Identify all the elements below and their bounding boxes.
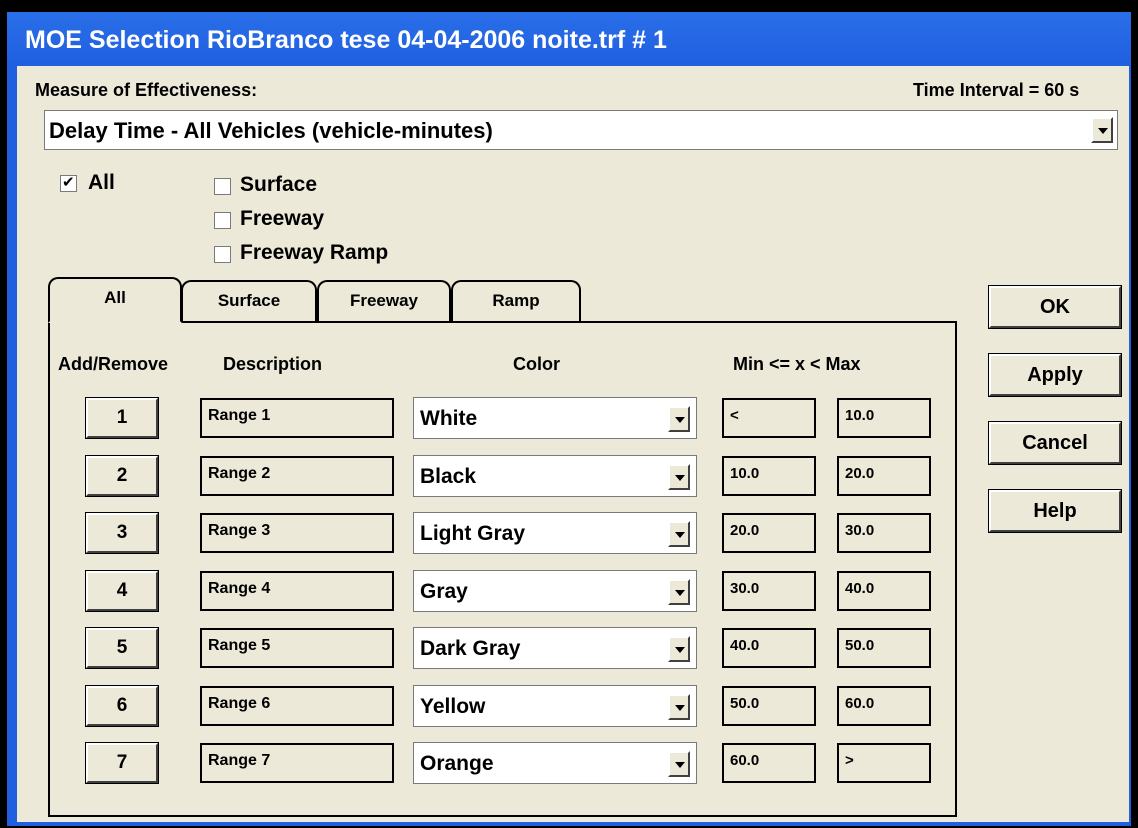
all-checkbox[interactable] [60,173,77,192]
tab-surface[interactable]: Surface [181,280,317,322]
range-1-max[interactable]: 10.0 [837,398,931,438]
filter-surface[interactable]: Surface [206,168,492,202]
tab-all[interactable]: All [48,277,182,323]
range-5-color-value: Dark Gray [420,637,521,660]
header-color: Color [513,354,560,374]
freeway-ramp-checkbox-label: Freeway Ramp [240,241,389,264]
range-4-min[interactable]: 30.0 [722,571,816,611]
range-3-description[interactable]: Range 3 [200,513,394,553]
chevron-down-icon[interactable] [668,521,690,547]
tab-freeway[interactable]: Freeway [317,280,451,322]
range-3-color-dropdown[interactable]: Light Gray [413,512,697,554]
range-6-min[interactable]: 50.0 [722,686,816,726]
chevron-down-icon[interactable] [668,636,690,662]
range-7-color-value: Orange [420,752,494,775]
title-bar[interactable]: MOE Selection RioBranco tese 04-04-2006 … [7,12,1131,66]
road-type-filter-group: Surface Freeway Freeway Ramp [206,168,492,270]
surface-checkbox-label: Surface [240,173,318,196]
chevron-down-icon[interactable] [668,579,690,605]
range-5-description[interactable]: Range 5 [200,628,394,668]
header-min-max: Min <= x < Max [733,354,861,374]
moe-dropdown-value: Delay Time - All Vehicles (vehicle-minut… [49,118,493,143]
range-6-button[interactable]: 6 [86,686,158,726]
range-2-color-value: Black [420,465,477,488]
range-4-max[interactable]: 40.0 [837,571,931,611]
range-3-min[interactable]: 20.0 [722,513,816,553]
range-7-color-dropdown[interactable]: Orange [413,742,697,784]
range-1-color-dropdown[interactable]: White [413,397,697,439]
moe-selection-window: MOE Selection RioBranco tese 04-04-2006 … [7,12,1131,826]
range-1-min[interactable]: < [722,398,816,438]
range-7-button[interactable]: 7 [86,743,158,783]
range-5-color-dropdown[interactable]: Dark Gray [413,627,697,669]
range-4-color-value: Gray [420,580,468,603]
moe-dropdown[interactable]: Delay Time - All Vehicles (vehicle-minut… [44,110,1118,150]
filter-all[interactable]: All [54,168,154,200]
filter-freeway[interactable]: Freeway [206,202,492,236]
header-add-remove: Add/Remove [58,354,169,374]
range-6-color-value: Yellow [420,695,486,718]
range-5-min[interactable]: 40.0 [722,628,816,668]
all-checkbox-label: All [88,171,115,194]
range-7-min[interactable]: 60.0 [722,743,816,783]
freeway-ramp-checkbox[interactable] [214,246,231,263]
chevron-down-icon[interactable] [668,694,690,720]
freeway-checkbox[interactable] [214,212,231,229]
ok-button[interactable]: OK [989,286,1121,328]
range-1-color-value: White [420,407,478,430]
filter-freeway-ramp[interactable]: Freeway Ramp [206,236,492,270]
range-7-description[interactable]: Range 7 [200,743,394,783]
range-5-max[interactable]: 50.0 [837,628,931,668]
range-3-color-value: Light Gray [420,522,526,545]
moe-label: Measure of Effectiveness: [35,80,258,100]
cancel-button[interactable]: Cancel [989,422,1121,464]
window-title: MOE Selection RioBranco tese 04-04-2006 … [25,26,667,54]
range-2-button[interactable]: 2 [86,456,158,496]
range-6-max[interactable]: 60.0 [837,686,931,726]
dialog-body: Measure of Effectiveness: Time Interval … [17,66,1129,822]
tab-ramp[interactable]: Ramp [451,280,581,322]
range-2-color-dropdown[interactable]: Black [413,455,697,497]
range-2-min[interactable]: 10.0 [722,456,816,496]
chevron-down-icon[interactable] [668,406,690,432]
help-button[interactable]: Help [989,490,1121,532]
chevron-down-icon[interactable] [668,464,690,490]
range-2-description[interactable]: Range 2 [200,456,394,496]
range-6-color-dropdown[interactable]: Yellow [413,685,697,727]
range-5-button[interactable]: 5 [86,628,158,668]
range-7-max[interactable]: > [837,743,931,783]
chevron-down-icon[interactable] [668,751,690,777]
freeway-checkbox-label: Freeway [240,207,325,230]
range-6-description[interactable]: Range 6 [200,686,394,726]
range-3-max[interactable]: 30.0 [837,513,931,553]
range-3-button[interactable]: 3 [86,513,158,553]
time-interval-label: Time Interval = 60 s [913,80,1080,100]
header-description: Description [223,354,323,374]
range-4-color-dropdown[interactable]: Gray [413,570,697,612]
apply-button[interactable]: Apply [989,354,1121,396]
range-2-max[interactable]: 20.0 [837,456,931,496]
range-1-description[interactable]: Range 1 [200,398,394,438]
surface-checkbox[interactable] [214,178,231,195]
range-1-button[interactable]: 1 [86,398,158,438]
range-4-button[interactable]: 4 [86,571,158,611]
chevron-down-icon[interactable] [1091,117,1113,143]
range-4-description[interactable]: Range 4 [200,571,394,611]
